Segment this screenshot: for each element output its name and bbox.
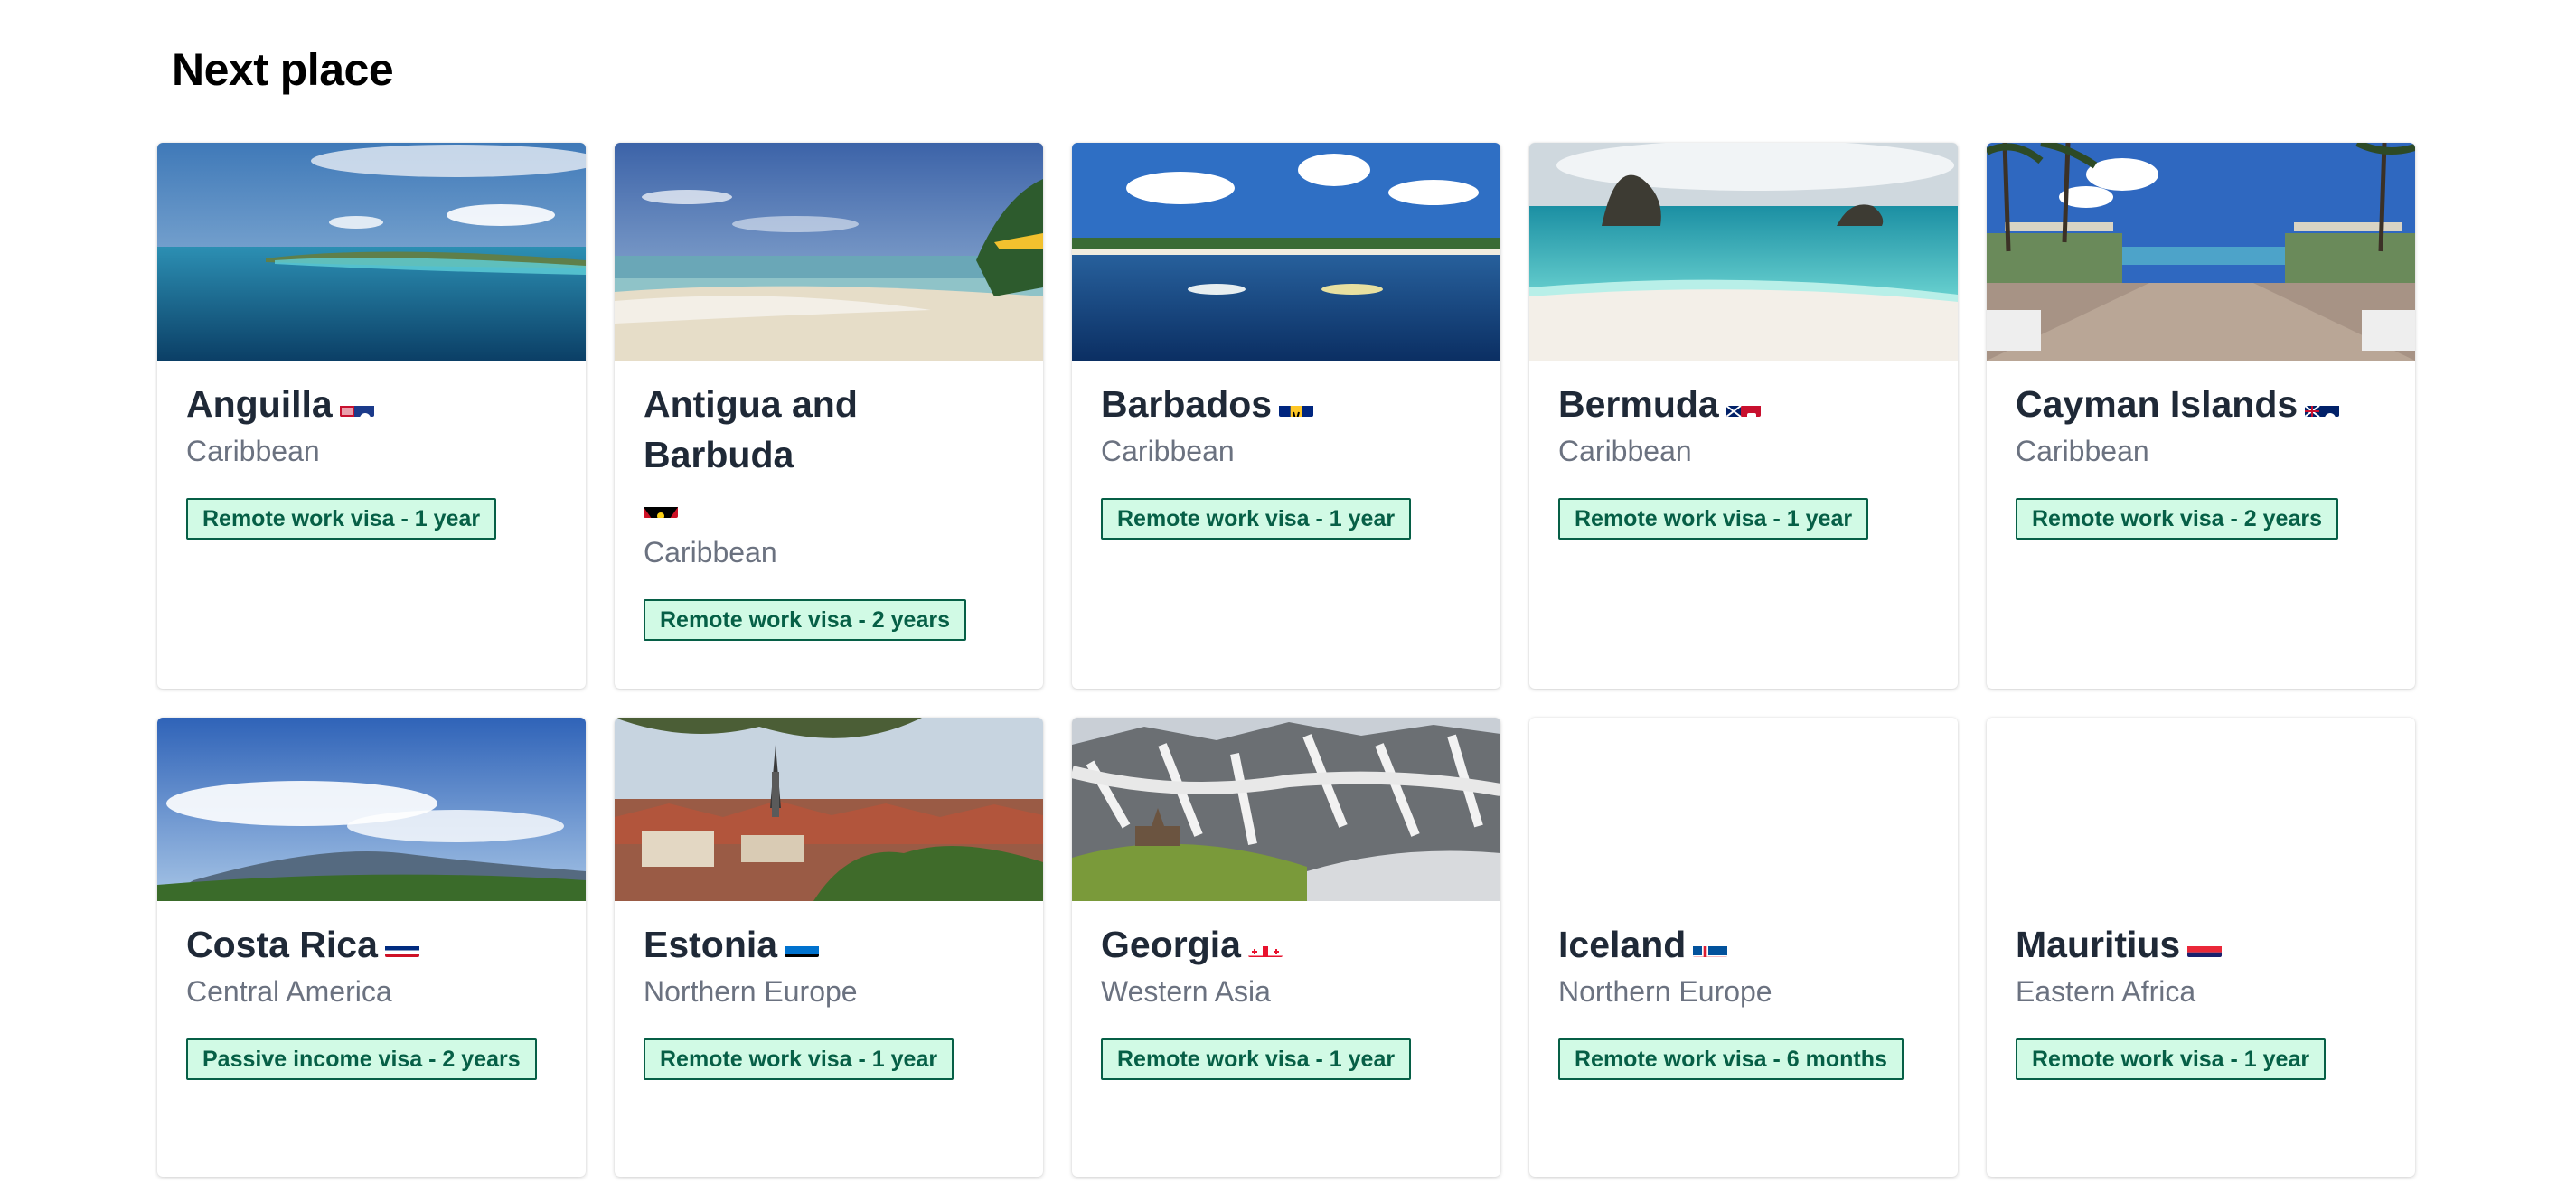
mauritius-flag-icon xyxy=(2187,933,2223,957)
card-name: Costa Rica xyxy=(186,924,378,965)
visa-badge: Remote work visa - 1 year xyxy=(186,498,497,540)
barbados-flag-icon xyxy=(1279,392,1314,417)
visa-badge: Remote work visa - 1 year xyxy=(644,1038,954,1080)
destination-card-cayman-islands[interactable]: Cayman Islands Caribbean Remote work vis… xyxy=(1987,143,2415,689)
bermuda-photo xyxy=(1529,143,1958,361)
page-title: Next place xyxy=(172,44,394,95)
card-name: Anguilla xyxy=(186,383,333,425)
estonia-flag-icon xyxy=(785,933,820,957)
card-region: Caribbean xyxy=(644,536,777,568)
destination-card-costa-rica[interactable]: Costa Rica Central America Passive incom… xyxy=(157,718,586,1177)
card-region: Northern Europe xyxy=(644,975,858,1008)
page: Next place Anguilla Caribbean Remote wor… xyxy=(0,0,2576,1193)
card-name: Bermuda xyxy=(1558,383,1719,425)
card-region: Northern Europe xyxy=(1558,975,1772,1008)
card-name: Mauritius xyxy=(2016,924,2181,965)
destination-card-mauritius[interactable]: Mauritius Eastern Africa Remote work vis… xyxy=(1987,718,2415,1177)
costa-rica-flag-icon xyxy=(384,933,419,957)
card-region: Caribbean xyxy=(1558,435,1692,467)
iceland-photo-placeholder xyxy=(1529,718,1958,901)
visa-badge: Remote work visa - 1 year xyxy=(1101,498,1412,540)
mauritius-photo-placeholder xyxy=(1987,718,2415,901)
anguilla-photo xyxy=(157,143,586,361)
visa-badge: Remote work visa - 1 year xyxy=(2016,1038,2327,1080)
cayman-islands-photo xyxy=(1987,143,2415,361)
visa-badge: Remote work visa - 2 years xyxy=(644,599,966,641)
visa-badge: Remote work visa - 2 years xyxy=(2016,498,2338,540)
card-region: Western Asia xyxy=(1101,975,1271,1008)
card-name: Estonia xyxy=(644,924,778,965)
costa-rica-photo xyxy=(157,718,586,901)
destination-grid: Anguilla Caribbean Remote work visa - 1 … xyxy=(157,143,2415,1177)
antigua-and-barbuda-photo xyxy=(615,143,1043,361)
anguilla-flag-icon xyxy=(339,392,374,417)
visa-badge: Remote work visa - 6 months xyxy=(1558,1038,1904,1080)
destination-card-estonia[interactable]: Estonia Northern Europe Remote work visa… xyxy=(615,718,1043,1177)
visa-badge: Remote work visa - 1 year xyxy=(1101,1038,1412,1080)
card-region: Eastern Africa xyxy=(2016,975,2196,1008)
antigua-and-barbuda-flag-icon xyxy=(644,493,678,518)
cayman-islands-flag-icon xyxy=(2305,392,2340,417)
georgia-flag-icon xyxy=(1247,933,1283,957)
card-name: Georgia xyxy=(1101,924,1241,965)
card-name: Antigua and Barbuda xyxy=(644,383,858,475)
barbados-photo xyxy=(1072,143,1500,361)
card-region: Central America xyxy=(186,975,392,1008)
card-region: Caribbean xyxy=(186,435,320,467)
georgia-photo xyxy=(1072,718,1500,901)
destination-card-bermuda[interactable]: Bermuda Caribbean Remote work visa - 1 y… xyxy=(1529,143,1958,689)
destination-card-anguilla[interactable]: Anguilla Caribbean Remote work visa - 1 … xyxy=(157,143,586,689)
destination-card-iceland[interactable]: Iceland Northern Europe Remote work visa… xyxy=(1529,718,1958,1177)
estonia-photo xyxy=(615,718,1043,901)
destination-card-antigua-and-barbuda[interactable]: Antigua and Barbuda Caribbean Remote wor… xyxy=(615,143,1043,689)
card-name: Barbados xyxy=(1101,383,1273,425)
bermuda-flag-icon xyxy=(1725,392,1761,417)
card-name: Cayman Islands xyxy=(2016,383,2299,425)
destination-card-georgia[interactable]: Georgia Western Asia Remote work visa - … xyxy=(1072,718,1500,1177)
card-name: Iceland xyxy=(1558,924,1687,965)
card-region: Caribbean xyxy=(1101,435,1235,467)
visa-badge: Remote work visa - 1 year xyxy=(1558,498,1869,540)
destination-card-barbados[interactable]: Barbados Caribbean Remote work visa - 1 … xyxy=(1072,143,1500,689)
visa-badge: Passive income visa - 2 years xyxy=(186,1038,537,1080)
card-region: Caribbean xyxy=(2016,435,2149,467)
iceland-flag-icon xyxy=(1693,933,1728,957)
